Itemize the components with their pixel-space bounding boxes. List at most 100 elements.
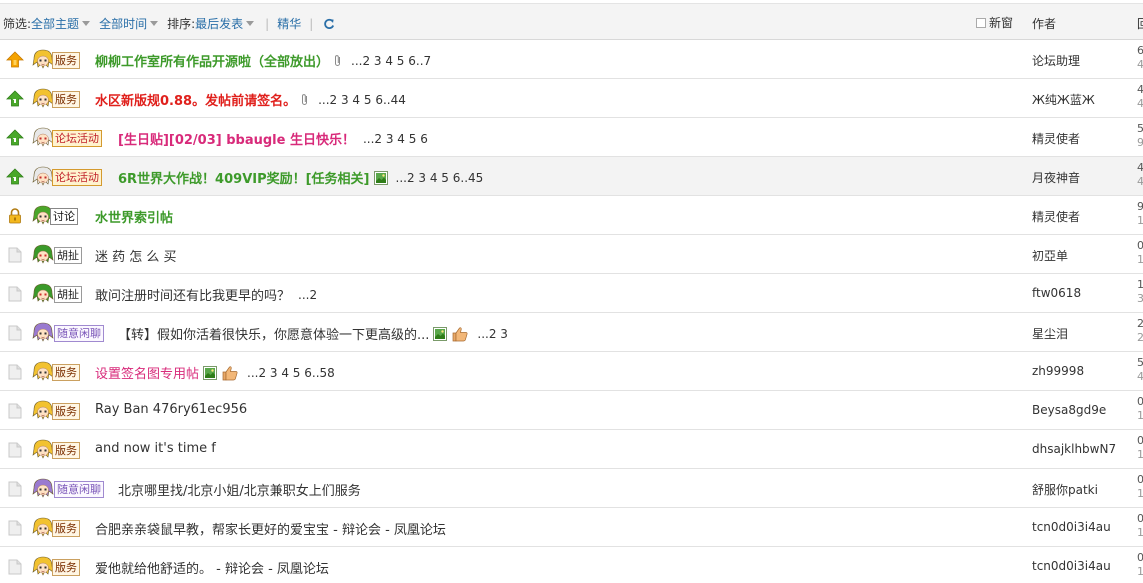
thread-title-link[interactable]: 水区新版规0.88。发帖前请签名。 [95, 90, 296, 109]
thread-row[interactable]: 版务 柳柳工作室所有作品开源啦（全部放出） ...2 3 4 5 6..7 论坛助理 6… [0, 40, 1143, 79]
thread-title-link[interactable]: 爱他就给他舒适的。 - 辩论会 - 凤凰论坛 [95, 558, 329, 577]
normal-topic-icon[interactable] [6, 558, 24, 576]
category-tag[interactable]: 随意闲聊 [54, 481, 104, 498]
thread-author-link[interactable]: 论坛助理 [1032, 52, 1080, 69]
category-tag[interactable]: 版务 [52, 403, 80, 420]
page-links[interactable]: ...2 3 [477, 327, 508, 341]
thread-title-link[interactable]: 6R世界大作战！409VIP奖励！[任务相关] [118, 168, 370, 187]
normal-topic-icon[interactable] [6, 363, 24, 381]
normal-topic-icon[interactable] [6, 402, 24, 420]
category-tag[interactable]: 胡扯 [54, 247, 82, 264]
page-links[interactable]: ...2 3 4 5 6..58 [247, 366, 335, 380]
hot-topic-arrow-icon[interactable] [6, 51, 24, 69]
thread-author-link[interactable]: tcn0d0i3i4au [1032, 520, 1111, 534]
category-tag[interactable]: 版务 [52, 520, 80, 537]
thread-row[interactable]: 版务 设置签名图专用帖 ...2 3 4 5 6..58 zh99998 5 4 [0, 352, 1143, 391]
page-links[interactable]: ...2 3 4 5 6..44 [318, 93, 406, 107]
thread-author-link[interactable]: Ж纯Ж蓝Ж [1032, 91, 1095, 108]
thread-title-link[interactable]: 敢问注册时间还有比我更早的吗？ [95, 285, 290, 304]
thread-author-link[interactable]: 舒服你patki [1032, 481, 1098, 498]
thread-title-area: 水世界索引帖 [95, 207, 173, 226]
sort-dropdown[interactable]: 最后发表 [195, 15, 263, 32]
thread-row[interactable]: 版务 合肥亲亲袋鼠早教，帮家长更好的爱宝宝 - 辩论会 - 凤凰论坛 tcn0d0i… [0, 508, 1143, 547]
category-tag[interactable]: 版务 [52, 52, 80, 69]
recommended-arrow-icon[interactable] [6, 129, 24, 147]
reply-view-count: 64 [1137, 44, 1143, 72]
thread-row[interactable]: 胡扯 敢问注册时间还有比我更早的吗？ ...2 ftw0618 1 3 [0, 274, 1143, 313]
thread-row[interactable]: 随意闲聊 北京哪里找/北京小姐/北京兼职女上们服务 舒服你patki 0 1 [0, 469, 1143, 508]
thread-row[interactable]: 讨论 水世界索引帖 精灵使者 9 1 [0, 196, 1143, 235]
category-tag[interactable]: 讨论 [50, 208, 78, 225]
thread-row[interactable]: 随意闲聊 【转】假如你活着很快乐，你愿意体验一下更高级的... ...2 3 星尘泪 2… [0, 313, 1143, 352]
thread-author-link[interactable]: zh99998 [1032, 364, 1084, 378]
recommended-arrow-icon[interactable] [6, 168, 24, 186]
normal-topic-icon[interactable] [6, 246, 24, 264]
thread-row[interactable]: 版务 and now it's time f dhsajklhbwN7 0 1 [0, 430, 1143, 469]
category-tag[interactable]: 版务 [52, 91, 80, 108]
thread-title-link[interactable]: 合肥亲亲袋鼠早教，帮家长更好的爱宝宝 - 辩论会 - 凤凰论坛 [95, 519, 446, 538]
attachment-icon [329, 53, 343, 68]
thread-title-link[interactable]: 迷 药 怎 么 买 [95, 246, 177, 265]
digest-filter-link[interactable]: 精华 [277, 15, 301, 32]
reply-count: 5 [1137, 122, 1143, 135]
topic-filter-dropdown[interactable]: 全部主题 [31, 15, 99, 32]
normal-topic-icon[interactable] [6, 519, 24, 537]
normal-topic-icon[interactable] [6, 441, 24, 459]
thread-title-link[interactable]: 【转】假如你活着很快乐，你愿意体验一下更高级的... [118, 324, 429, 343]
author-group-avatar-icon [32, 87, 54, 109]
thread-row[interactable]: 版务 Ray Ban 476ry61ec956 Beysa8gd9e 0 1 [0, 391, 1143, 430]
normal-topic-icon[interactable] [6, 324, 24, 342]
thread-title-area: 合肥亲亲袋鼠早教，帮家长更好的爱宝宝 - 辩论会 - 凤凰论坛 [95, 519, 446, 538]
thread-author-link[interactable]: ftw0618 [1032, 286, 1081, 300]
thread-title-link[interactable]: 北京哪里找/北京小姐/北京兼职女上们服务 [118, 480, 361, 499]
page-links[interactable]: ...2 3 4 5 6..45 [396, 171, 484, 185]
thread-row[interactable]: 版务 水区新版规0.88。发帖前请签名。 ...2 3 4 5 6..44 Ж纯Ж蓝Ж… [0, 79, 1143, 118]
thread-author-link[interactable]: 精灵使者 [1032, 130, 1080, 147]
thread-author-link[interactable]: 星尘泪 [1032, 325, 1068, 342]
new-window-toggle[interactable]: 新窗 [976, 14, 1013, 31]
category-tag[interactable]: 论坛活动 [52, 169, 102, 186]
thread-author-link[interactable]: 月夜神音 [1032, 169, 1080, 186]
thread-row[interactable]: 论坛活动 [生日贴][02/03] bbaugle 生日快乐！ ...2 3 4 5… [0, 118, 1143, 157]
page-links[interactable]: ...2 [298, 288, 317, 302]
thread-list-header: 筛选: 全部主题 全部时间 排序: 最后发表 | 精华 | 新窗 作者 回 [0, 3, 1143, 40]
thread-title-link[interactable]: 柳柳工作室所有作品开源啦（全部放出） [95, 51, 329, 70]
thread-author-link[interactable]: Beysa8gd9e [1032, 403, 1106, 417]
time-filter-dropdown[interactable]: 全部时间 [99, 15, 167, 32]
thread-title-link[interactable]: 设置签名图专用帖 [95, 363, 199, 382]
image-attachment-icon [199, 365, 218, 380]
page-links[interactable]: ...2 3 4 5 6..7 [351, 54, 431, 68]
category-tag[interactable]: 论坛活动 [52, 130, 102, 147]
thread-title-area: 【转】假如你活着很快乐，你愿意体验一下更高级的... ...2 3 [118, 324, 508, 343]
page-links[interactable]: ...2 3 4 5 6 [363, 132, 428, 146]
normal-topic-icon[interactable] [6, 285, 24, 303]
thread-row[interactable]: 胡扯迷 药 怎 么 买 初亞单 0 1 [0, 235, 1143, 274]
thread-title-area: [生日贴][02/03] bbaugle 生日快乐！ ...2 3 4 5 6 [118, 129, 428, 149]
category-tag[interactable]: 版务 [52, 364, 80, 381]
recommended-arrow-icon[interactable] [6, 90, 24, 108]
thread-title-link[interactable]: [生日贴][02/03] bbaugle 生日快乐！ [118, 129, 355, 148]
refresh-icon[interactable] [323, 18, 335, 30]
category-tag[interactable]: 胡扯 [54, 286, 82, 303]
thread-row[interactable]: 论坛活动 6R世界大作战！409VIP奖励！[任务相关] ...2 3 4 5 6.… [0, 157, 1143, 196]
view-count: 1 [1137, 565, 1143, 578]
thread-title-link[interactable]: Ray Ban 476ry61ec956 [95, 402, 247, 417]
thread-author-link[interactable]: tcn0d0i3i4au [1032, 559, 1111, 573]
reply-count: 0 [1137, 512, 1143, 525]
category-tag[interactable]: 版务 [52, 442, 80, 459]
category-tag[interactable]: 随意闲聊 [54, 325, 104, 342]
locked-topic-icon[interactable] [6, 207, 24, 225]
author-group-avatar-icon [32, 399, 54, 421]
view-count: 1 [1137, 214, 1143, 227]
reply-column-header: 回 [1137, 15, 1143, 32]
chevron-down-icon [246, 21, 255, 26]
thread-title-link[interactable]: and now it's time f [95, 441, 216, 456]
category-tag[interactable]: 版务 [52, 559, 80, 576]
thread-row[interactable]: 版务 爱他就给他舒适的。 - 辩论会 - 凤凰论坛 tcn0d0i3i4au 0 1 [0, 547, 1143, 583]
thread-title-link[interactable]: 水世界索引帖 [95, 207, 173, 226]
thread-author-link[interactable]: dhsajklhbwN7 [1032, 442, 1116, 456]
thread-author-link[interactable]: 精灵使者 [1032, 208, 1080, 225]
new-window-checkbox[interactable] [976, 17, 986, 28]
normal-topic-icon[interactable] [6, 480, 24, 498]
thread-author-link[interactable]: 初亞单 [1032, 247, 1068, 264]
